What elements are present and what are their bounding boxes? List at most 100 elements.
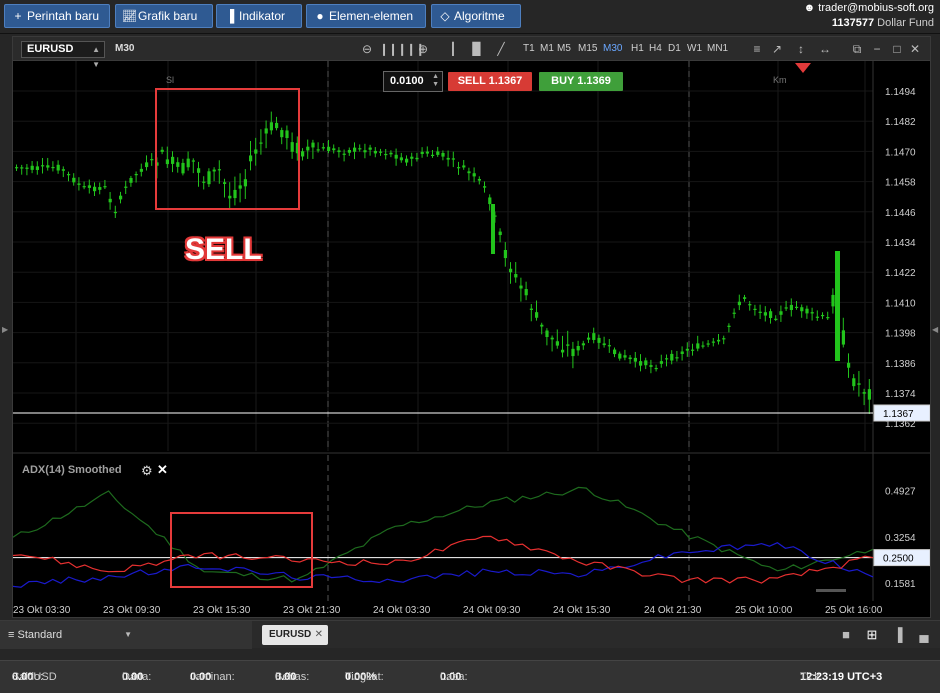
candle-body bbox=[774, 318, 778, 320]
chevron-down-icon: ▼ bbox=[124, 630, 132, 639]
bar-type-icon[interactable]: ┃ bbox=[445, 41, 461, 57]
timeframe-d1[interactable]: D1 bbox=[668, 43, 681, 54]
adx-highlight-box bbox=[170, 512, 313, 588]
candle-body bbox=[129, 177, 133, 183]
layout-grid-icon[interactable]: ⊞ bbox=[864, 627, 880, 643]
timeframe-mn1[interactable]: MN1 bbox=[707, 43, 728, 54]
horizontal-icon[interactable]: ↔ bbox=[817, 41, 833, 57]
layout-rows-icon[interactable]: ▄ bbox=[916, 627, 932, 643]
layout-select[interactable]: ≡ Standard ▼ bbox=[0, 621, 252, 649]
timeframe-w1[interactable]: W1 bbox=[687, 43, 702, 54]
gear-icon[interactable]: ⚙ bbox=[141, 463, 153, 479]
candle-body bbox=[571, 348, 575, 357]
zoom-out-icon[interactable]: ⊖ bbox=[359, 41, 375, 57]
candle-body bbox=[280, 130, 284, 138]
candle-type-icon[interactable]: ▉ bbox=[469, 41, 485, 57]
close-indicator-icon[interactable]: ✕ bbox=[157, 462, 168, 478]
account-info[interactable]: ☻ trader@mobius-soft.org 1137577 Dollar … bbox=[784, 1, 934, 31]
close-tab-icon[interactable]: ✕ bbox=[315, 625, 323, 645]
timeframe-m1[interactable]: M1 bbox=[540, 43, 554, 54]
timeframe-m5[interactable]: M5 bbox=[557, 43, 571, 54]
left-panel-arrow-icon[interactable]: ▶ bbox=[2, 325, 8, 334]
candle-body bbox=[72, 177, 76, 183]
chart-toolbar: EURUSD ▲ ▼ M30 ⊖ ❙❙❙❙❙ ⊕ ┃ ▉ ╱ T1 M1 M5 M15 M… bbox=[13, 37, 930, 69]
candle-body bbox=[623, 355, 627, 358]
chart-window: EURUSD ▲ ▼ M30 ⊖ ❙❙❙❙❙ ⊕ ┃ ▉ ╱ T1 M1 M5 M15 M… bbox=[12, 36, 931, 618]
candle-body bbox=[810, 312, 814, 314]
lot-spin-icon: ▲ ▼ bbox=[432, 73, 439, 88]
right-panel-arrow-icon[interactable]: ◀ bbox=[932, 325, 938, 334]
candle-body bbox=[732, 312, 736, 314]
time-tick-label: 23 Okt 21:30 bbox=[283, 605, 341, 616]
candle-body bbox=[581, 343, 585, 346]
zoom-slider[interactable]: ❙❙❙❙❙ bbox=[379, 41, 425, 57]
candle-body bbox=[857, 383, 861, 385]
candle-body bbox=[420, 151, 424, 155]
candle-body bbox=[462, 165, 466, 168]
chart-scrollbar[interactable] bbox=[816, 589, 846, 592]
chart-tab[interactable]: EURUSD ✕ bbox=[262, 625, 328, 645]
new-order-label: Perintah baru bbox=[27, 9, 100, 23]
draw-lines-icon[interactable]: ≡ bbox=[749, 41, 765, 57]
sell-button[interactable]: SELL 1.1367 bbox=[448, 72, 532, 91]
close-icon[interactable]: ✕ bbox=[907, 41, 923, 57]
adx-series-adx bbox=[13, 486, 874, 583]
time-tick-label: 25 Okt 10:00 bbox=[735, 605, 793, 616]
candle-body bbox=[82, 186, 86, 188]
new-order-button[interactable]: + Perintah baru bbox=[4, 4, 110, 28]
candle-body bbox=[301, 151, 305, 157]
candle-body bbox=[384, 153, 388, 156]
algorithm-button[interactable]: ◇ Algoritme bbox=[431, 4, 521, 28]
time-tick-label: 24 Okt 21:30 bbox=[644, 605, 702, 616]
timeframe-m15[interactable]: M15 bbox=[578, 43, 597, 54]
zoom-in-icon[interactable]: ⊕ bbox=[415, 41, 431, 57]
indicators-button[interactable]: ▐ Indikator bbox=[216, 4, 302, 28]
timeframe-h4[interactable]: H4 bbox=[649, 43, 662, 54]
maximize-icon[interactable]: □ bbox=[889, 41, 905, 57]
lot-size-input[interactable]: 0.0100 ▲ ▼ bbox=[383, 71, 443, 92]
candle-body bbox=[113, 211, 117, 214]
candle-body bbox=[207, 171, 211, 185]
candle-body bbox=[368, 147, 372, 150]
candle-body bbox=[108, 198, 112, 203]
candle-body bbox=[607, 345, 611, 347]
buy-button[interactable]: BUY 1.1369 bbox=[539, 72, 623, 91]
candle-body bbox=[353, 147, 357, 152]
vertical-icon[interactable]: ↕ bbox=[793, 41, 809, 57]
candle-body bbox=[743, 297, 747, 299]
candle-body bbox=[748, 304, 752, 306]
candle-body bbox=[706, 343, 710, 345]
candle-body bbox=[805, 308, 809, 314]
candle-body bbox=[254, 149, 258, 154]
detach-icon[interactable]: ⧉ bbox=[849, 41, 865, 57]
candle-body bbox=[649, 365, 653, 367]
candle-body bbox=[451, 158, 455, 160]
candle-body bbox=[446, 157, 450, 160]
lot-size-value: 0.0100 bbox=[390, 75, 424, 87]
minimize-icon[interactable]: − bbox=[869, 41, 885, 57]
current-price-label: 1.1367 bbox=[883, 409, 914, 420]
position-marker-icon[interactable] bbox=[795, 63, 811, 73]
candle-body bbox=[181, 162, 185, 174]
timeframe-t1[interactable]: T1 bbox=[523, 43, 535, 54]
adx-series-minus-di bbox=[13, 535, 874, 584]
timeframe-m30[interactable]: M30 bbox=[603, 43, 622, 54]
candle-body bbox=[35, 166, 39, 170]
candle-body bbox=[139, 168, 143, 172]
candle-body bbox=[654, 367, 658, 370]
candle-body bbox=[379, 151, 383, 153]
timeframe-h1[interactable]: H1 bbox=[631, 43, 644, 54]
new-chart-button[interactable]: 📈︎ Grafik baru bbox=[115, 4, 213, 28]
candle-body bbox=[124, 186, 128, 188]
elements-button[interactable]: ● Elemen-elemen bbox=[306, 4, 426, 28]
trend-icon[interactable]: ↗ bbox=[769, 41, 785, 57]
price-tick-label: 1.1482 bbox=[885, 117, 916, 128]
candle-body bbox=[285, 130, 289, 139]
price-chart[interactable]: 1.1494 1.1482 1.1470 1.1458 1.1446 1.1434 1.14… bbox=[13, 61, 930, 618]
layout-columns-icon[interactable]: ▐ bbox=[890, 627, 906, 643]
workspace-tabs: ≡ Standard ▼ EURUSD ✕ ■ ⊞ ▐ ▄ bbox=[0, 620, 940, 649]
layout-single-icon[interactable]: ■ bbox=[838, 627, 854, 643]
price-tick-label: 1.1410 bbox=[885, 298, 916, 309]
symbol-select[interactable]: EURUSD ▲ ▼ bbox=[21, 41, 105, 69]
line-type-icon[interactable]: ╱ bbox=[493, 41, 509, 57]
